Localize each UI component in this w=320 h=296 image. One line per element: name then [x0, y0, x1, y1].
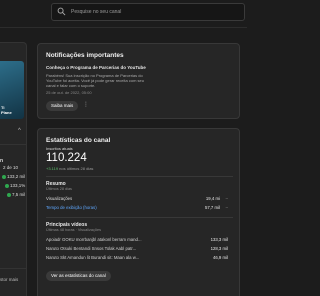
notifications-title: Notificações importantes [46, 52, 124, 59]
stats-title: Estatísticas do canal [46, 137, 111, 144]
top-video-row[interactable]: Apoiadr GOKU morrbanjbl atakonl berram m… [46, 236, 230, 244]
important-notifications-card: Notificações importantes Conheça o Progr… [37, 43, 240, 119]
stats-divider [46, 217, 233, 218]
top-video-row[interactable]: Naruto Otsuki Bentandi Snsos Tolak Aabl … [46, 245, 230, 253]
top-video-row[interactable]: Naruto Skt Amandun lit Burandi sit: Maan… [46, 254, 230, 262]
search-input[interactable]: Pesquise no seu canal [51, 3, 245, 21]
left-divider [0, 144, 26, 145]
left-section-heading: n [0, 158, 4, 164]
subscribers-count: 110.224 [46, 152, 87, 164]
green-status-icon [7, 192, 11, 197]
learn-more-button[interactable]: Saiba mais [46, 101, 79, 111]
summary-period: Últimos 28 dias [46, 187, 72, 191]
green-status-icon [5, 183, 9, 188]
left-bottom-divider [0, 268, 26, 269]
left-row-rank: 2 de 10 [3, 165, 19, 170]
notification-item-body: Parabéns! Sua inscrição no Programa de P… [46, 73, 144, 88]
chevron-up-icon[interactable]: ^ [18, 128, 21, 134]
header-divider [0, 27, 247, 28]
top-bar: Pesquise no seu canal [0, 0, 247, 26]
left-row-percent: 133,1% [5, 183, 25, 188]
notification-date: 25 de out. de 2022, 05:00 [46, 90, 92, 95]
thumbnail-caption: Ti Plane [1, 105, 12, 115]
left-row-views: 133,2 mil [2, 174, 25, 179]
notification-item-title: Conheça o Programa de Parcerias do YouTu… [46, 65, 146, 70]
search-placeholder: Pesquise no seu canal [71, 9, 122, 15]
summary-row-watch-time: Tempo de exibição (horas) 57,7 mil – [46, 205, 228, 210]
view-channel-stats-button[interactable]: Ver as estatísticas do canal [46, 271, 111, 281]
green-status-icon [2, 174, 6, 179]
channel-stats-card: Estatísticas do canal Inscritos atuais 1… [37, 128, 240, 296]
left-show-more-link[interactable]: stor mais [0, 277, 18, 282]
subscribers-delta: +3.119 nos últimos 28 dias [46, 166, 94, 171]
summary-row-views: Visualizações 19,4 mi – [46, 196, 228, 201]
left-row-watch: 7,5 mil [7, 192, 25, 197]
search-icon [57, 7, 66, 16]
more-options-icon[interactable]: ⋮ [83, 100, 89, 111]
top-videos-period: Últimas 48 horas · Visualizações [46, 228, 102, 232]
stats-divider [46, 176, 233, 177]
